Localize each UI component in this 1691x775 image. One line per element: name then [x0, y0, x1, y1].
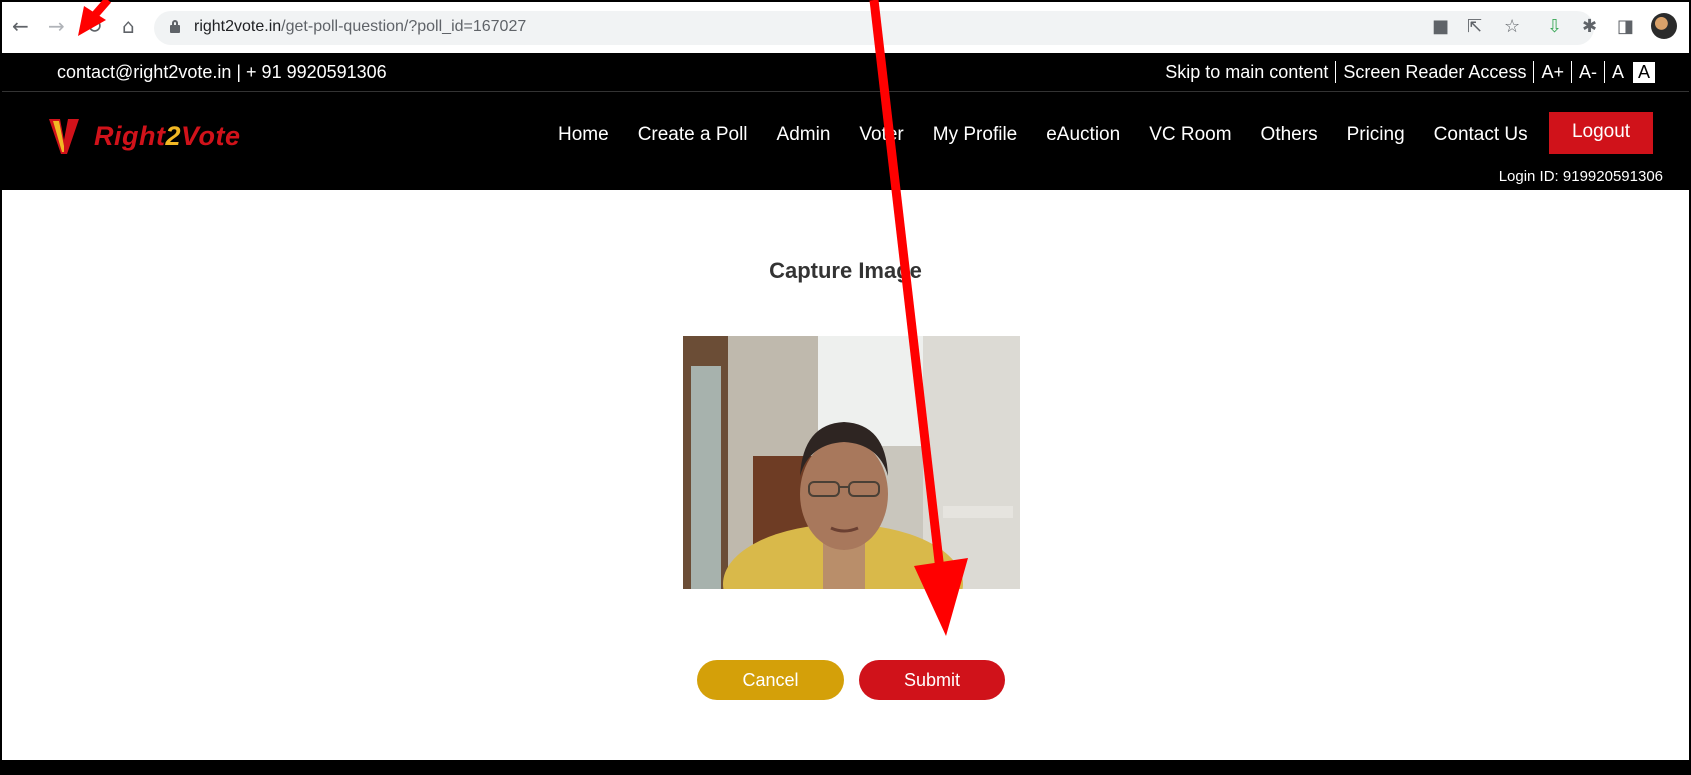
arrow-left-icon[interactable]: ←	[12, 16, 29, 36]
browser-toolbar: ← → ↻ ⌂ right2vote.in/get-poll-question/…	[2, 2, 1689, 53]
font-normal-button[interactable]: A	[1605, 62, 1631, 83]
login-id: Login ID: 919920591306	[1498, 168, 1663, 185]
nav-item-my-profile[interactable]: My Profile	[933, 124, 1017, 146]
nav-item-eauction[interactable]: eAuction	[1046, 124, 1120, 146]
top-info-bar: contact@right2vote.in | + 91 9920591306 …	[2, 53, 1689, 91]
contrast-button[interactable]: A	[1632, 61, 1655, 83]
star-icon[interactable]: ☆	[1504, 17, 1520, 37]
cancel-button[interactable]: Cancel	[697, 660, 844, 700]
nav-item-home[interactable]: Home	[558, 124, 609, 146]
nav-item-voter[interactable]: Voter	[859, 124, 903, 146]
font-decrease-button[interactable]: A-	[1572, 62, 1604, 83]
page-title: Capture Image	[769, 258, 922, 283]
home-icon[interactable]: ⌂	[122, 16, 135, 36]
arrow-right-icon[interactable]: →	[48, 16, 65, 36]
extension-download-icon[interactable]: ⇩	[1547, 17, 1562, 37]
share-icon[interactable]: ⇱	[1467, 17, 1482, 37]
skip-link[interactable]: Skip to main content	[1158, 62, 1335, 83]
accessibility-links: Skip to main content Screen Reader Acces…	[1158, 59, 1655, 85]
camera-icon[interactable]: ■	[1432, 17, 1449, 37]
font-increase-button[interactable]: A+	[1534, 62, 1571, 83]
screen-reader-link[interactable]: Screen Reader Access	[1336, 62, 1533, 83]
contact-info: contact@right2vote.in | + 91 9920591306	[57, 62, 387, 82]
nav-menu: Home Create a Poll Admin Voter My Profil…	[558, 124, 1557, 146]
webcam-image	[683, 336, 1020, 589]
address-bar[interactable]: right2vote.in/get-poll-question/?poll_id…	[154, 11, 1594, 45]
logout-button[interactable]: Logout	[1549, 112, 1653, 154]
main-navigation: Right2Vote Home Create a Poll Admin Vote…	[2, 92, 1689, 190]
nav-item-admin[interactable]: Admin	[777, 124, 831, 146]
nav-item-vc-room[interactable]: VC Room	[1149, 124, 1231, 146]
captured-photo	[683, 336, 1020, 589]
reload-icon[interactable]: ↻	[86, 16, 103, 36]
lock-icon[interactable]	[170, 20, 180, 33]
site-logo[interactable]: Right2Vote	[48, 116, 241, 156]
profile-avatar[interactable]	[1651, 13, 1677, 39]
logo-v-icon	[49, 119, 79, 154]
side-panel-icon[interactable]: ◨	[1617, 17, 1634, 37]
nav-item-pricing[interactable]: Pricing	[1347, 124, 1405, 146]
url-text[interactable]: right2vote.in/get-poll-question/?poll_id…	[194, 18, 526, 36]
logo-text: Right2Vote	[94, 120, 241, 151]
nav-item-create-poll[interactable]: Create a Poll	[638, 124, 748, 146]
footer-bar	[2, 760, 1689, 775]
submit-button[interactable]: Submit	[859, 660, 1005, 700]
nav-item-contact-us[interactable]: Contact Us	[1434, 124, 1528, 146]
nav-item-others[interactable]: Others	[1261, 124, 1318, 146]
puzzle-icon[interactable]: ✱	[1582, 17, 1597, 37]
